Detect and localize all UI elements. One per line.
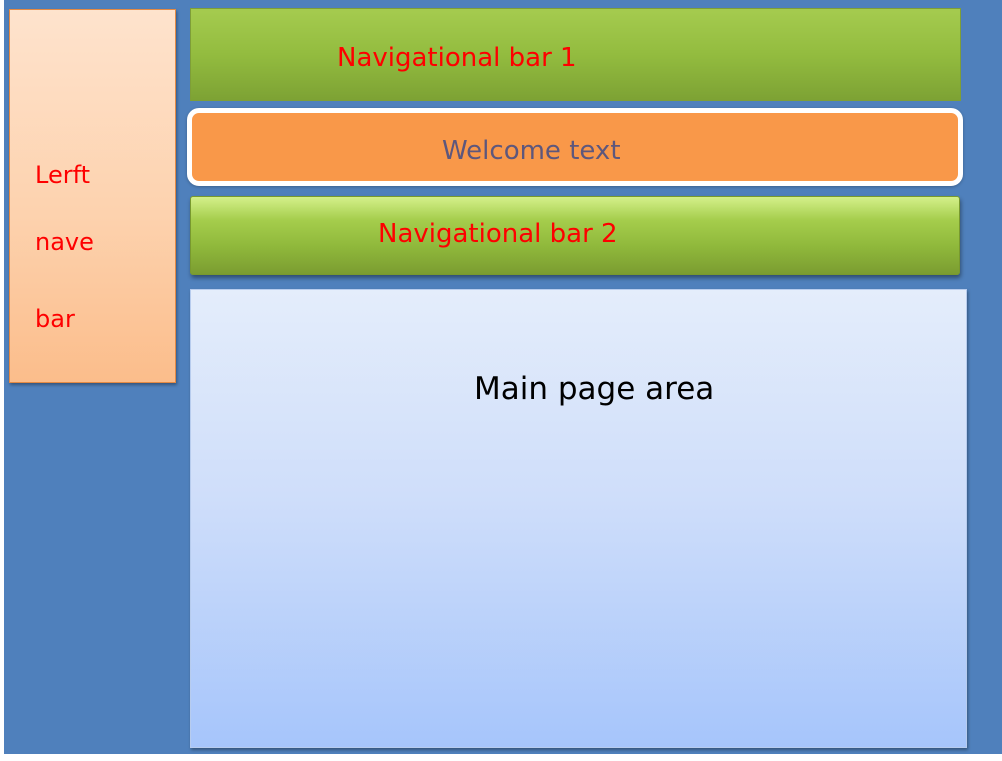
left-nav-label-line-2: nave (35, 228, 94, 256)
navigational-bar-1-label: Navigational bar 1 (337, 43, 577, 73)
navigational-bar-1: Navigational bar 1 (190, 8, 961, 101)
main-page-area-label: Main page area (474, 371, 715, 407)
left-nav-bar: Lerft nave bar (9, 9, 176, 383)
layout-diagram: Lerft nave bar Navigational bar 1 Welcom… (0, 0, 1002, 761)
main-page-area: Main page area (190, 289, 967, 748)
left-nav-label-line-3: bar (35, 305, 75, 333)
welcome-text-label: Welcome text (442, 136, 621, 166)
welcome-text-box: Welcome text (187, 108, 963, 186)
navigational-bar-2: Navigational bar 2 (190, 196, 960, 275)
left-nav-label-line-1: Lerft (35, 161, 91, 189)
navigational-bar-2-label: Navigational bar 2 (378, 219, 618, 249)
